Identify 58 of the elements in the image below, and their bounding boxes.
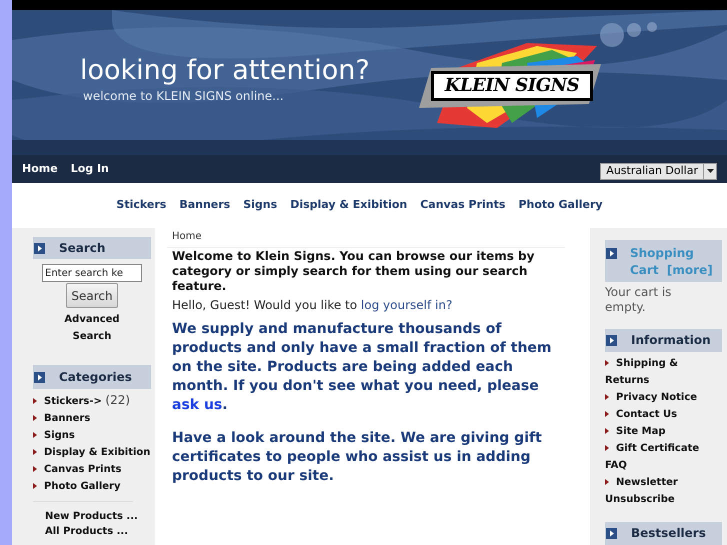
login-link[interactable]: log yourself in? [360,298,452,312]
welcome-text: Welcome to Klein Signs. You can browse our items by category or simply search for them using our search feature. [171,249,536,294]
sidebar-link[interactable]: Gift Certificate FAQ [605,440,715,474]
play-icon [606,248,617,259]
bullet-icon [33,466,37,472]
category-link[interactable]: Display & Exibition [290,197,408,214]
category-link[interactable]: Stickers [116,197,166,214]
cart-message: Your cart is empty. [605,284,672,315]
sidebar-link[interactable]: Display & Exibition [33,444,151,461]
sidebar-link[interactable]: Newsletter Unsubscribe [605,474,715,508]
sidebox-header: Bestsellers [605,522,722,545]
sidebar-link[interactable]: Site Map [605,422,715,440]
sidebar-link[interactable]: New Products ... [45,509,151,524]
info-paragraph: We supply and manufacture thousands of products and only have a small fraction of them on the site. Products are being added each month. If you don't see what you need, please ask us. [171,320,553,415]
banner-tagline: welcome to KLEIN SIGNS online... [83,88,285,104]
category-link[interactable]: Signs [243,197,278,214]
bullet-icon [33,398,37,404]
category-link[interactable]: Banners [179,197,230,214]
currency-select[interactable]: Australian Dollar [600,162,717,180]
play-icon [34,242,45,254]
sidebar-link[interactable]: Signs [33,427,151,444]
ask-us-link[interactable]: ask us [172,397,222,413]
bullet-icon [605,445,609,452]
sidebox-header: Categories [33,365,151,389]
sidebox-header: Information [605,328,722,352]
sidebar-link[interactable]: Shipping & Returns [605,354,715,389]
breadcrumb[interactable]: Home [167,231,565,243]
banner-headline: looking for attention? [80,54,370,88]
bullet-icon [605,479,609,486]
sidebar-link[interactable]: Privacy Notice [605,388,715,406]
sidebar-link[interactable]: Banners [33,410,151,427]
play-icon [606,528,617,539]
play-icon [606,334,617,346]
sidebar-link[interactable]: All Products ... [45,524,151,539]
sidebar-link[interactable]: Photo Gallery [33,478,151,495]
category-link[interactable]: Photo Gallery [518,197,603,214]
dropdown-arrow-icon [706,169,714,173]
nav-link[interactable]: Log In [70,160,109,178]
bullet-icon [605,394,609,400]
sidebox-header: Search [33,237,151,259]
bullet-icon [33,449,37,456]
search-button[interactable]: Search [66,283,118,308]
greeting-text: Hello, Guest! Would you like to log yourself in? [171,297,454,313]
search-field[interactable]: Enter search ke [42,264,142,282]
category-link[interactable]: Canvas Prints [420,197,506,214]
nav-link[interactable]: Home [22,160,58,178]
bullet-icon [605,428,609,434]
advanced-search-link[interactable]: Advanced Search [62,311,122,345]
bullet-icon [605,360,609,366]
bullet-icon [33,432,37,438]
sidebar-link[interactable]: Canvas Prints [33,461,151,478]
bullet-icon [33,415,37,422]
info-paragraph: Have a look around the site. We are giving gift certificates to people who assist us in adding products to our site. [171,429,543,486]
bullet-icon [605,411,609,418]
bullet-icon [33,483,37,490]
play-icon [34,372,45,382]
sidebar-link[interactable]: Stickers-> (22) [33,392,151,410]
sidebar-link[interactable]: Contact Us [605,406,715,423]
